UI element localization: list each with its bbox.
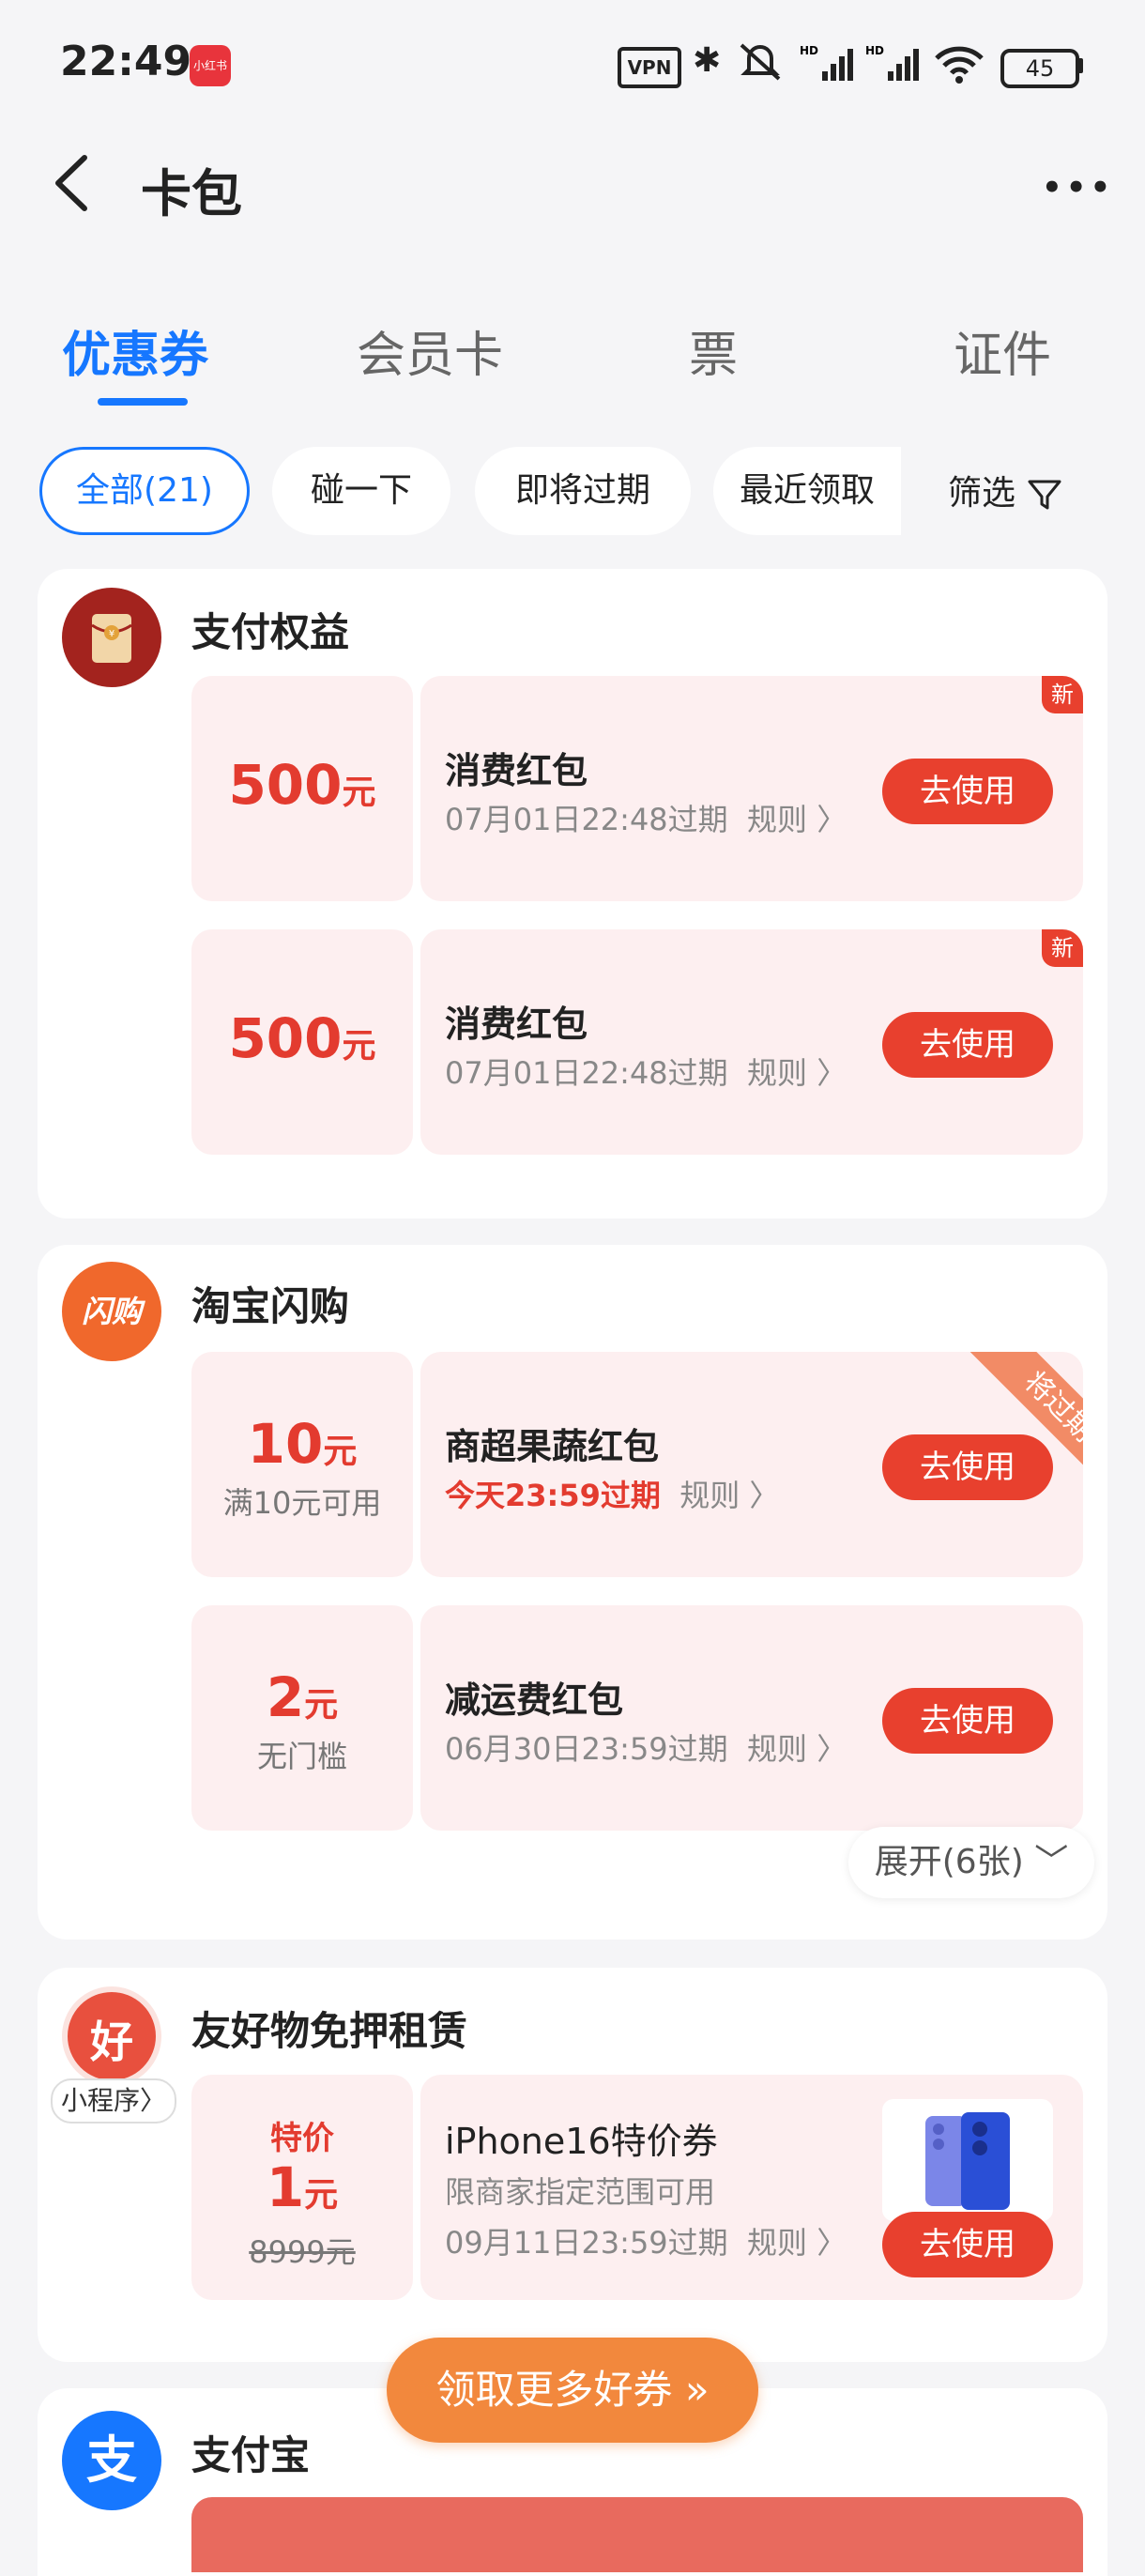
- coupon-amount: 10元: [247, 1412, 358, 1476]
- battery-icon: 45: [1000, 49, 1079, 88]
- get-more-coupons-button[interactable]: 领取更多好券 »: [387, 2338, 758, 2443]
- coupon-description: 限商家指定范围可用: [445, 2174, 716, 2210]
- coupon-amount-panel: 特价 1元 8999元: [191, 2075, 413, 2300]
- app-notification-icon: 小红书: [190, 45, 231, 86]
- wifi-icon: [933, 43, 985, 88]
- coupon-name: 商超果蔬红包: [445, 1426, 660, 1467]
- status-time: 22:49: [60, 38, 192, 85]
- new-tag: 新: [1042, 676, 1083, 713]
- rule-link[interactable]: 规则 〉: [679, 1478, 779, 1513]
- rule-link[interactable]: 规则 〉: [747, 1731, 847, 1767]
- special-price-label: 特价: [270, 2120, 334, 2157]
- filter-expiring[interactable]: 即将过期: [475, 447, 691, 535]
- coupon-amount-panel: 10元 满10元可用: [191, 1352, 413, 1577]
- rule-link[interactable]: 规则 〉: [747, 1055, 847, 1091]
- tab-coupons[interactable]: 优惠券: [62, 315, 208, 386]
- filter-tap[interactable]: 碰一下: [272, 447, 450, 535]
- rental-logo-icon: 好: [62, 1986, 161, 2086]
- filter-label: 筛选: [948, 474, 1016, 513]
- more-options-icon[interactable]: •••: [1042, 169, 1114, 207]
- use-coupon-button[interactable]: 去使用: [882, 1434, 1053, 1500]
- coupon-amount: 500元: [228, 1006, 376, 1070]
- use-coupon-button[interactable]: 去使用: [882, 1688, 1053, 1754]
- coupon-name: 减运费红包: [445, 1679, 624, 1721]
- back-button[interactable]: [47, 150, 103, 216]
- svg-text:¥: ¥: [109, 629, 114, 639]
- rule-link[interactable]: 规则 〉: [747, 2225, 847, 2261]
- coupon-expiry: 07月01日22:48过期 规则 〉: [445, 1055, 847, 1091]
- expand-button[interactable]: 展开(6张) ﹀: [848, 1827, 1094, 1898]
- vpn-icon: VPN: [618, 47, 681, 88]
- mini-program-label[interactable]: 小程序〉: [51, 2078, 176, 2124]
- product-image: [882, 2099, 1053, 2221]
- use-coupon-button[interactable]: 去使用: [882, 1012, 1053, 1078]
- coupon-amount: 1元: [266, 2155, 339, 2219]
- coupon-expiry: 09月11日23:59过期 规则 〉: [445, 2225, 847, 2261]
- filter-recent[interactable]: 最近领取: [713, 447, 901, 535]
- alipay-logo-icon: 支: [62, 2411, 161, 2510]
- coupon-name: 消费红包: [445, 1004, 588, 1045]
- tab-documents[interactable]: 证件: [954, 315, 1051, 386]
- section-title: 支付宝: [191, 2432, 311, 2478]
- battery-cap: [1077, 58, 1083, 73]
- section-title: 友好物免押租赁: [191, 2008, 468, 2054]
- signal-hd-icon: HD: [865, 44, 920, 86]
- coupon-amount: 2元: [266, 1665, 339, 1729]
- coupon-amount-panel: 500元: [191, 676, 413, 901]
- coupon-name: 消费红包: [445, 750, 588, 791]
- coupon-name: iPhone16特价券: [445, 2121, 718, 2162]
- coupon-amount: 500元: [228, 753, 376, 817]
- section-title: 淘宝闪购: [191, 1283, 350, 1329]
- use-coupon-button[interactable]: 去使用: [882, 759, 1053, 824]
- rule-link[interactable]: 规则 〉: [747, 802, 847, 837]
- signal-hd-icon: HD: [800, 44, 854, 86]
- use-coupon-button[interactable]: 去使用: [882, 2212, 1053, 2277]
- coupon-partial: [191, 2497, 1083, 2572]
- filter-button[interactable]: 筛选: [948, 466, 1063, 514]
- coupon-condition: 无门槛: [256, 1739, 347, 1774]
- coupon-expiry: 今天23:59过期 规则 〉: [445, 1478, 780, 1513]
- coupon-amount-panel: 2元 无门槛: [191, 1605, 413, 1831]
- tab-membership-cards[interactable]: 会员卡: [357, 315, 503, 386]
- tab-tickets[interactable]: 票: [689, 315, 738, 386]
- coupon-amount-panel: 500元: [191, 929, 413, 1155]
- filter-all[interactable]: 全部(21): [39, 447, 250, 535]
- red-envelope-icon: ¥: [62, 588, 161, 687]
- flash-buy-logo-icon: 闪购: [62, 1262, 161, 1361]
- active-tab-indicator: [98, 398, 188, 406]
- section-title: 支付权益: [191, 609, 350, 655]
- funnel-icon: [1028, 480, 1061, 510]
- original-price: 8999元: [249, 2234, 356, 2270]
- page-title: 卡包: [141, 164, 242, 223]
- svg-text:HD: HD: [865, 45, 884, 57]
- status-bar: 22:49 小红书 VPN ✱ HD HD 45: [0, 0, 1145, 131]
- svg-text:HD: HD: [800, 45, 818, 57]
- bluetooth-icon: ✱: [693, 41, 722, 80]
- coupon-expiry: 06月30日23:59过期 规则 〉: [445, 1731, 847, 1767]
- new-tag: 新: [1042, 929, 1083, 967]
- chevron-left-icon: [55, 155, 87, 211]
- mute-icon: [736, 41, 785, 91]
- coupon-condition: 满10元可用: [222, 1485, 382, 1521]
- coupon-expiry: 07月01日22:48过期 规则 〉: [445, 802, 847, 837]
